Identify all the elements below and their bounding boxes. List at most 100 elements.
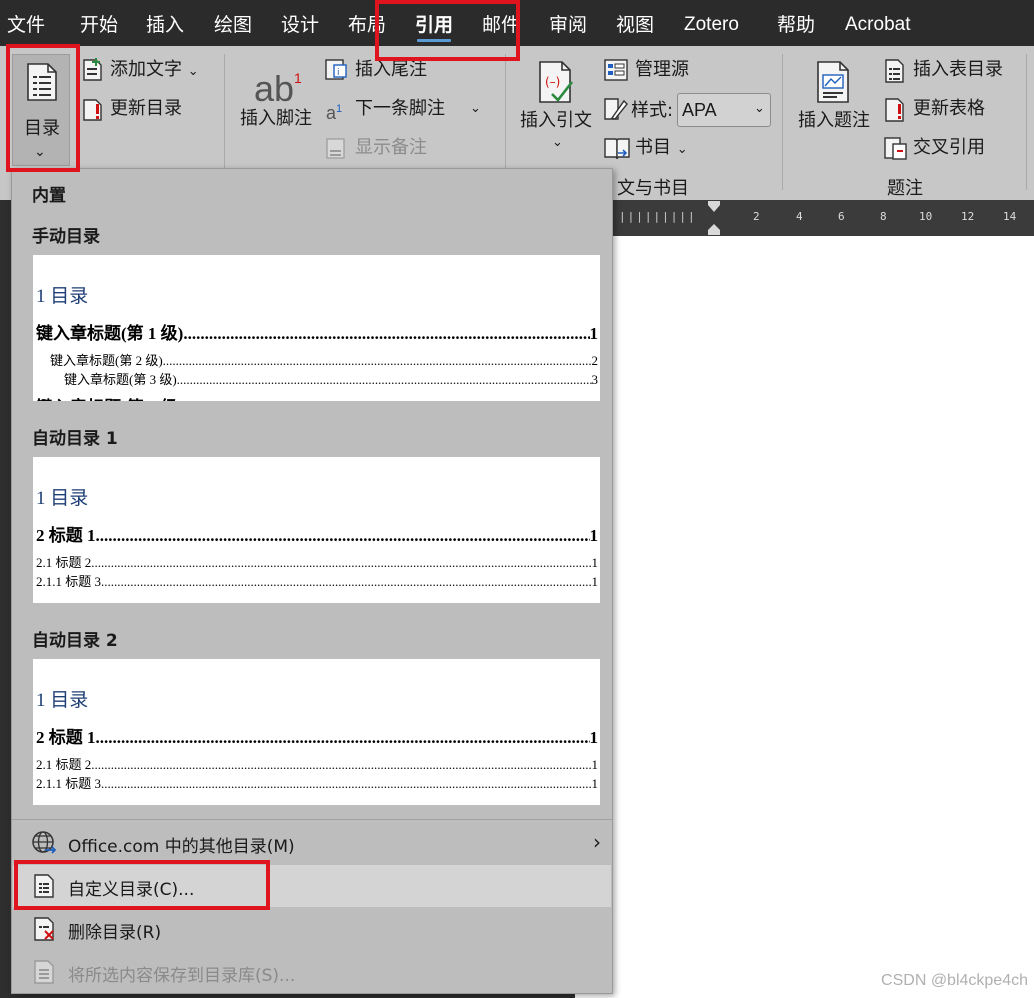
horizontal-ruler[interactable]: ||||||||| 2 4 6 8 10 12 14 bbox=[613, 200, 1034, 236]
update-table-icon bbox=[885, 98, 904, 122]
style-label: 样式: bbox=[631, 100, 674, 121]
toc-preview-line: 2 标题 11 bbox=[36, 723, 598, 748]
indent-marker-icon[interactable] bbox=[706, 200, 722, 236]
toc-preview-line: 2.1.1 标题 31 bbox=[36, 773, 598, 792]
highlight-box-toc-button bbox=[6, 44, 80, 172]
insert-footnote-button[interactable]: ab1 插入脚注 bbox=[236, 54, 316, 140]
ruler-label-2: 2 bbox=[753, 210, 760, 223]
bibliography-label: 书目 bbox=[635, 137, 671, 158]
remove-toc-icon bbox=[34, 917, 54, 941]
style-dropdown[interactable]: APA ⌄ bbox=[677, 93, 771, 127]
group-separator bbox=[1026, 54, 1027, 190]
toc-preview-title: 1 目录 bbox=[36, 690, 89, 711]
tab-home[interactable]: 开始 bbox=[80, 12, 118, 38]
update-toc-button[interactable]: 更新目录 bbox=[110, 98, 182, 120]
show-notes-icon bbox=[326, 138, 345, 159]
manage-sources-button[interactable]: 管理源 bbox=[635, 59, 689, 81]
style-dropdown-value: APA bbox=[682, 100, 717, 120]
cross-reference-button[interactable]: 交叉引用 bbox=[913, 137, 985, 159]
toc-preview-line: 2.1.1 标题 31 bbox=[36, 571, 598, 590]
group-label-citations: 文与书目 bbox=[617, 178, 689, 199]
ruler-label-6: 6 bbox=[838, 210, 845, 223]
insert-citation-icon: (–) bbox=[539, 61, 574, 103]
menu-item-label: 删除目录(R) bbox=[68, 923, 162, 943]
group-separator bbox=[782, 54, 783, 190]
footnote-ab-icon: ab1 bbox=[254, 68, 302, 109]
ruler-ticks: ||||||||| bbox=[619, 210, 697, 223]
toc-preview-line: 2.1 标题 21 bbox=[36, 754, 598, 773]
style-icon bbox=[604, 98, 628, 120]
insert-endnote-icon: i bbox=[325, 59, 347, 80]
gallery-item-manual-toc[interactable]: 1 目录 键入章标题(第 1 级)1 键入章标题(第 2 级)2 键入章标题(第… bbox=[33, 255, 600, 401]
highlight-box-references-tab bbox=[375, 0, 520, 61]
section-header-builtin: 内置 bbox=[32, 186, 66, 206]
save-to-gallery-icon bbox=[34, 960, 54, 984]
cross-reference-icon bbox=[884, 137, 907, 160]
gallery-heading-auto-toc-1: 自动目录 1 bbox=[32, 429, 118, 449]
tab-acrobat[interactable]: Acrobat bbox=[845, 12, 910, 38]
insert-table-of-figures-button[interactable]: 插入表目录 bbox=[913, 59, 1003, 81]
toc-preview-line: 2.1 标题 21 bbox=[36, 552, 598, 571]
tab-design[interactable]: 设计 bbox=[281, 12, 319, 38]
gallery-item-auto-toc-1[interactable]: 1 目录 2 标题 11 2.1 标题 21 2.1.1 标题 31 bbox=[33, 457, 600, 603]
svg-text:(–): (–) bbox=[545, 75, 560, 89]
next-footnote-label: 下一条脚注 bbox=[355, 98, 445, 119]
toc-preview-title: 1 目录 bbox=[36, 286, 89, 307]
tab-insert[interactable]: 插入 bbox=[146, 12, 184, 38]
tab-file[interactable]: 文件 bbox=[7, 12, 45, 38]
insert-table-of-figures-icon bbox=[885, 59, 904, 83]
chevron-right-icon: › bbox=[593, 830, 601, 854]
insert-citation-button[interactable]: (–) 插入引文 ⌄ bbox=[516, 54, 596, 164]
ruler-label-14: 14 bbox=[1003, 210, 1017, 223]
toc-preview-line: 键入章标题(第 3 级)3 bbox=[64, 369, 598, 388]
insert-endnote-button[interactable]: 插入尾注 bbox=[355, 59, 427, 81]
bibliography-button[interactable]: 书目 ⌄ bbox=[635, 137, 688, 161]
show-notes-button[interactable]: 显示备注 bbox=[355, 137, 427, 159]
menu-item-office-more-toc[interactable]: Office.com 中的其他目录(M) › bbox=[13, 822, 611, 864]
add-text-icon bbox=[83, 58, 102, 81]
ruler-label-12: 12 bbox=[961, 210, 975, 223]
insert-caption-label: 插入题注 bbox=[798, 110, 870, 131]
next-footnote-dropdown[interactable]: ⌄ bbox=[470, 98, 481, 120]
tab-help[interactable]: 帮助 bbox=[777, 12, 815, 38]
svg-text:i: i bbox=[337, 68, 340, 78]
menu-item-remove-toc[interactable]: 删除目录(R) bbox=[13, 908, 611, 950]
toc-preview-line: 2 标题 11 bbox=[36, 521, 598, 546]
tab-review[interactable]: 审阅 bbox=[549, 12, 587, 38]
navigation-pane bbox=[0, 200, 11, 998]
ruler-label-4: 4 bbox=[796, 210, 803, 223]
update-table-button[interactable]: 更新表格 bbox=[913, 98, 985, 120]
tab-view[interactable]: 视图 bbox=[616, 12, 654, 38]
menu-item-label: Office.com 中的其他目录(M) bbox=[68, 837, 295, 857]
insert-citation-label: 插入引文 bbox=[520, 110, 592, 131]
gallery-heading-auto-toc-2: 自动目录 2 bbox=[32, 631, 118, 651]
insert-caption-icon bbox=[817, 61, 849, 103]
gallery-item-auto-toc-2[interactable]: 1 目录 2 标题 11 2.1 标题 21 2.1.1 标题 31 bbox=[33, 659, 600, 805]
chevron-down-icon: ⌄ bbox=[552, 135, 563, 150]
insert-caption-button[interactable]: 插入题注 bbox=[794, 54, 874, 144]
toc-preview-line: 键入章标题(第 1 级)1 bbox=[36, 319, 598, 344]
chevron-down-icon: ⌄ bbox=[754, 101, 765, 116]
menu-item-label: 将所选内容保存到目录库(S)... bbox=[68, 966, 296, 986]
group-label-captions: 题注 bbox=[887, 178, 923, 199]
menu-item-save-selection[interactable]: 将所选内容保存到目录库(S)... bbox=[13, 951, 611, 993]
bibliography-icon bbox=[604, 138, 630, 160]
toc-preview-title: 1 目录 bbox=[36, 488, 89, 509]
insert-footnote-label: 插入脚注 bbox=[240, 108, 312, 129]
highlight-box-custom-toc bbox=[14, 860, 270, 910]
next-footnote-button[interactable]: 下一条脚注 bbox=[355, 98, 445, 120]
manage-sources-icon bbox=[604, 59, 628, 81]
menu-divider bbox=[12, 819, 612, 820]
globe-icon bbox=[32, 831, 57, 854]
toc-preview-line: 键入章标题(第 1 级)4 bbox=[36, 393, 598, 401]
gallery-heading-manual-toc: 手动目录 bbox=[32, 227, 100, 247]
add-text-button[interactable]: 添加文字 ⌄ bbox=[110, 59, 199, 83]
update-toc-icon bbox=[83, 99, 102, 121]
watermark: CSDN @bl4ckpe4ch bbox=[881, 972, 1028, 989]
tab-draw[interactable]: 绘图 bbox=[214, 12, 252, 38]
tab-zotero[interactable]: Zotero bbox=[684, 12, 739, 38]
toc-preview-line: 键入章标题(第 2 级)2 bbox=[50, 350, 598, 369]
ruler-label-10: 10 bbox=[919, 210, 933, 223]
ruler-label-8: 8 bbox=[880, 210, 887, 223]
next-footnote-icon: a1 bbox=[326, 103, 343, 123]
